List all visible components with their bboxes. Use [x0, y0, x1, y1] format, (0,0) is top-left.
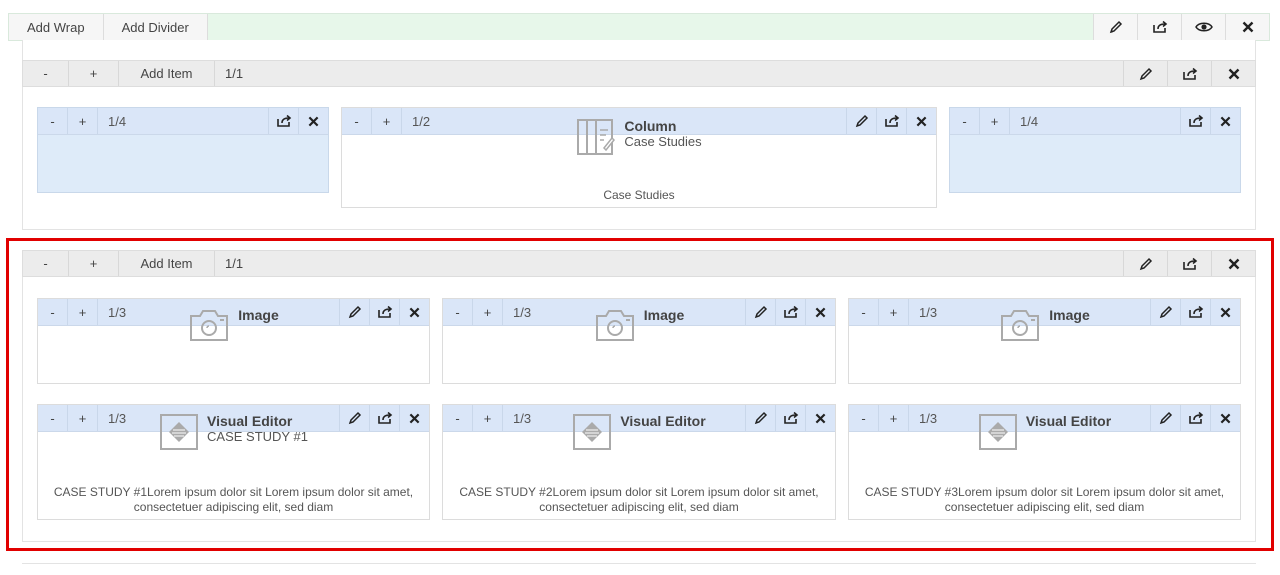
- column-close-button[interactable]: [298, 108, 328, 134]
- row-1-export-button[interactable]: [1167, 61, 1211, 86]
- export-icon: [1188, 114, 1203, 127]
- column-export-button[interactable]: [268, 108, 298, 134]
- module-title: Column: [624, 118, 677, 134]
- column-plus-button[interactable]: +: [68, 108, 98, 134]
- column-plus-button[interactable]: +: [980, 108, 1010, 134]
- row-1-column-2[interactable]: - + 1/2 Column Case Studies Case Studies: [341, 107, 937, 208]
- column-fraction: 1/4: [1020, 113, 1039, 129]
- export-icon: [1152, 20, 1167, 33]
- column-toolbar: - + 1/4: [38, 108, 328, 135]
- column-icon: [577, 119, 616, 155]
- pencil-icon: [1109, 20, 1122, 34]
- row-1-plus-button[interactable]: +: [69, 61, 119, 86]
- column-module[interactable]: Column Case Studies: [342, 118, 936, 156]
- bottom-divider: [22, 563, 1256, 564]
- close-icon: [1220, 116, 1231, 126]
- add-wrap-button[interactable]: Add Wrap: [9, 14, 104, 40]
- module-caption: Case Studies: [603, 188, 675, 202]
- close-icon: [1228, 68, 1239, 79]
- close-icon: [1242, 21, 1253, 33]
- close-icon: [308, 116, 319, 126]
- column-export-button[interactable]: [1180, 108, 1210, 134]
- row-1-fraction: 1/1: [225, 66, 244, 81]
- column-close-button[interactable]: [1210, 108, 1240, 134]
- export-button[interactable]: [1137, 14, 1181, 40]
- column-minus-button[interactable]: -: [38, 108, 68, 134]
- row-1-add-item-button[interactable]: Add Item: [119, 61, 215, 86]
- close-button[interactable]: [1225, 14, 1269, 40]
- highlight-frame: [6, 238, 1274, 551]
- export-icon: [276, 114, 291, 127]
- row-1-toolbar: - + Add Item 1/1: [22, 60, 1256, 87]
- row-1-column-1[interactable]: - + 1/4: [37, 107, 329, 193]
- row-1-minus-button[interactable]: -: [23, 61, 69, 86]
- module-text: Column Case Studies: [624, 118, 701, 150]
- page-builder: Add Wrap Add Divider - + Add Item 1/1 - …: [0, 0, 1280, 575]
- edit-button[interactable]: [1093, 14, 1137, 40]
- module-subtitle: Case Studies: [624, 134, 702, 149]
- column-toolbar: - + 1/4: [950, 108, 1240, 135]
- add-divider-button[interactable]: Add Divider: [103, 14, 208, 40]
- preview-button[interactable]: [1181, 14, 1225, 40]
- export-icon: [1182, 67, 1197, 80]
- row-1-column-3[interactable]: - + 1/4: [949, 107, 1241, 193]
- top-toolbar: Add Wrap Add Divider: [8, 13, 1270, 41]
- row-1-close-button[interactable]: [1211, 61, 1255, 86]
- pencil-icon: [1139, 67, 1152, 80]
- column-minus-button[interactable]: -: [950, 108, 980, 134]
- eye-icon: [1194, 22, 1213, 32]
- column-fraction: 1/4: [108, 113, 127, 129]
- row-1-edit-button[interactable]: [1123, 61, 1167, 86]
